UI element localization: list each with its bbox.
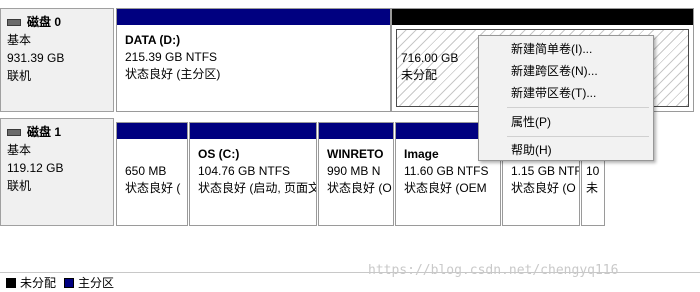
disk-0-name: 磁盘 0: [27, 15, 62, 29]
partition-status: 状态良好 (启动, 页面文: [198, 181, 317, 195]
partition-content: WINRETO 990 MB N 状态良好 (O: [323, 143, 392, 221]
disk-1-size: 119.12 GB: [7, 161, 64, 175]
partition-size: 11.60 GB NTFS: [404, 164, 489, 178]
partition-name: DATA (D:): [125, 33, 181, 47]
partition-recovery[interactable]: 650 MB 状态良好 (: [116, 122, 188, 226]
partition-size: 104.76 GB NTFS: [198, 164, 291, 178]
menu-item-properties[interactable]: 属性(P): [479, 111, 653, 133]
partition-size: 215.39 GB NTFS: [125, 50, 218, 64]
disk-0-title: 磁盘 0: [7, 13, 107, 31]
disk-1-status: 联机: [7, 179, 32, 193]
legend-label-unallocated: 未分配: [20, 276, 57, 290]
partition-content: 650 MB 状态良好 (: [121, 143, 183, 221]
menu-separator: [507, 136, 649, 137]
context-menu: 新建简单卷(I)... 新建跨区卷(N)... 新建带区卷(T)... 属性(P…: [478, 35, 654, 161]
partition-bar-primary: [190, 123, 316, 139]
partition-bar-primary: [117, 9, 390, 25]
partition-bar-primary: [117, 123, 187, 139]
disk-1-type: 基本: [7, 143, 32, 157]
menu-separator: [507, 107, 649, 108]
menu-item-help[interactable]: 帮助(H): [479, 139, 653, 161]
legend-label-primary: 主分区: [78, 276, 115, 290]
menu-item-new-simple-volume[interactable]: 新建简单卷(I)...: [479, 38, 653, 60]
disk-1-name: 磁盘 1: [27, 125, 62, 139]
partition-status: 状态良好 (O: [511, 181, 576, 195]
partition-content: DATA (D:) 215.39 GB NTFS 状态良好 (主分区): [121, 29, 386, 107]
partition-bar-unallocated: [392, 9, 693, 25]
menu-item-new-spanned-volume[interactable]: 新建跨区卷(N)...: [479, 60, 653, 82]
partition-winretools[interactable]: WINRETO 990 MB N 状态良好 (O: [318, 122, 394, 226]
disk-0-type: 基本: [7, 33, 32, 47]
legend-swatch-unallocated: [6, 277, 16, 288]
partition-status: 状态良好 (O: [327, 181, 392, 195]
disk-1-info[interactable]: 磁盘 1 基本 119.12 GB 联机: [0, 118, 114, 226]
disk-0-info[interactable]: 磁盘 0 基本 931.39 GB 联机: [0, 8, 114, 112]
disk-0-size: 931.39 GB: [7, 51, 65, 65]
partition-size: 990 MB N: [327, 164, 381, 178]
menu-item-new-striped-volume[interactable]: 新建带区卷(T)...: [479, 82, 653, 104]
partition-content: OS (C:) 104.76 GB NTFS 状态良好 (启动, 页面文: [194, 143, 317, 221]
partition-status: 状态良好 (主分区): [125, 67, 221, 81]
legend-swatch-primary: [64, 277, 75, 288]
disk-icon: [7, 128, 21, 136]
partition-name-empty: [125, 146, 179, 163]
partition-size: 650 MB: [125, 164, 167, 178]
partition-status: 状态良好 (: [125, 181, 181, 195]
partition-name: WINRETO: [327, 147, 384, 161]
partition-size: 1.15 GB NTF: [511, 164, 580, 178]
partition-status: 状态良好 (OEM: [404, 181, 487, 195]
disk-1-title: 磁盘 1: [7, 123, 107, 141]
legend-bar: 未分配 主分区: [0, 272, 700, 292]
partition-name: OS (C:): [198, 147, 240, 161]
partition-bar-primary: [319, 123, 393, 139]
disk-icon: [7, 18, 21, 26]
disk-0-status: 联机: [7, 69, 32, 83]
partition-size: 10: [586, 164, 600, 178]
partition-os-c[interactable]: OS (C:) 104.76 GB NTFS 状态良好 (启动, 页面文: [189, 122, 317, 226]
partition-status: 未: [586, 181, 599, 195]
partition-data-d[interactable]: DATA (D:) 215.39 GB NTFS 状态良好 (主分区): [116, 8, 391, 112]
